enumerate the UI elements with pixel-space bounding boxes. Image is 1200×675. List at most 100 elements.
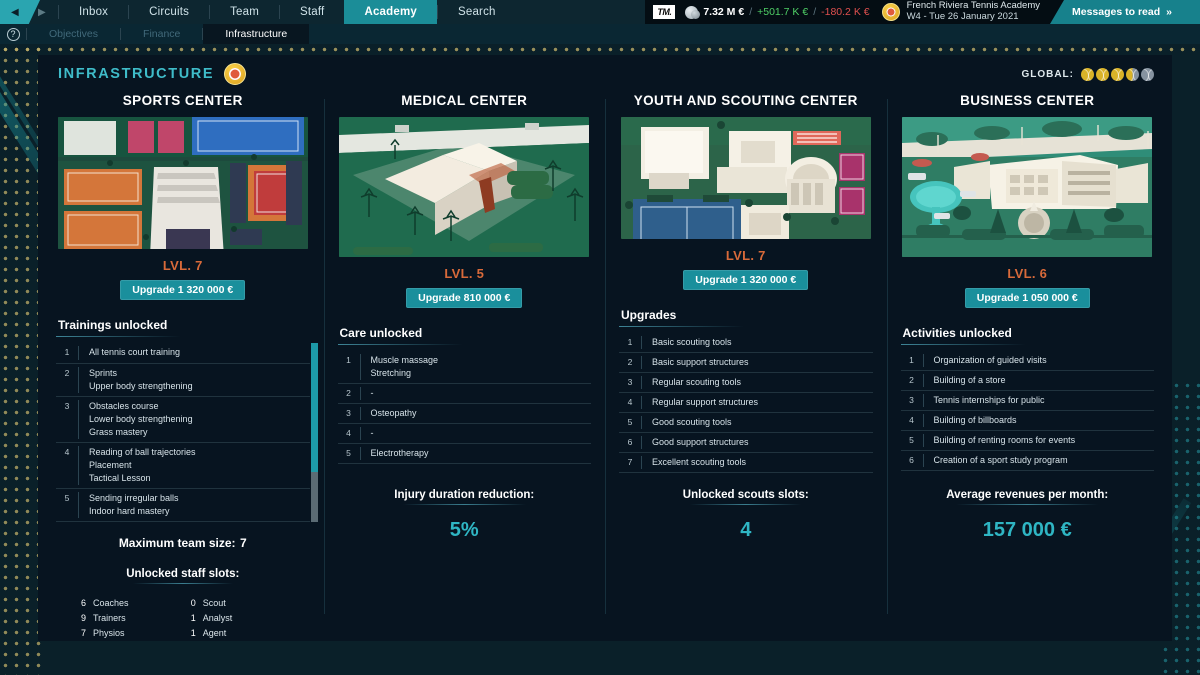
list-item: 5 Building of renting rooms for events [900,431,1154,452]
list-item: 4 Reading of ball trajectories Placement… [56,443,310,489]
list-item-number: 1 [346,355,351,365]
staff-count: 1 [190,613,196,623]
list-line: Building of billboards [933,415,1017,426]
list-item-number: 1 [627,336,633,347]
scrollbar-track-remainder [310,472,318,522]
list-line: Grass mastery [89,426,148,437]
staff-slot-item: 1 Analyst [188,613,288,623]
list-item-number: 2 [346,388,351,399]
status-strip: TM. 7.32 M € / +501.7 K € / -180.2 K € F… [645,0,1200,24]
help-button[interactable]: ? [0,24,26,44]
income-value: +501.7 K € [757,6,809,18]
infrastructure-panel: INFRASTRUCTURE GLOBAL: SPORTS CENTER LVL… [38,55,1172,641]
activities-list-wrapper: 1 Organization of guided visits 2 Building… [900,351,1155,472]
academy-date: W4 - Tue 26 January 2021 [906,11,1019,22]
upgrade-button-sports-center[interactable]: Upgrade 1 320 000 € [120,280,246,301]
injury-reduction-label: Injury duration reduction: [394,489,534,505]
care-list: 1 Muscle massage Stretching 2 - 3 Osteop… [337,351,592,465]
column-spacer [901,471,1155,473]
upgrade-button-youth-scouting-center[interactable]: Upgrade 1 320 000 € [683,269,809,290]
list-line: Good support structures [652,436,749,447]
nav-item-academy[interactable]: Academy [344,0,437,24]
global-label: GLOBAL: [1021,68,1074,80]
list-item: 4 Regular support structures [619,393,873,413]
upgrade-button-business-center[interactable]: Upgrade 1 050 000 € [964,288,1090,308]
staff-slots-grid: 6 Coaches 0 Scout 9 Trainers 1 Analyst 7 Phys… [56,598,310,638]
list-item: 5 Electrotherapy [337,444,591,465]
messages-to-read-button[interactable]: Messages to read » [1050,0,1200,24]
tennis-ball-icon [1096,67,1109,81]
nav-label: Team [230,6,259,18]
trainings-scrollbar[interactable] [310,343,318,522]
list-item-number: 4 [627,396,633,407]
average-revenues-value: 157 000 € [982,519,1072,541]
maximum-team-size-value: 7 [239,536,247,550]
nav-item-team[interactable]: Team [210,0,279,24]
business-center-thumbnail[interactable] [902,117,1153,257]
list-item-body: Building of a store [922,374,1155,388]
list-item-number: 3 [64,400,70,411]
list-item: 5 Good scouting tools [619,413,873,433]
list-item: 2 Building of a store [900,371,1155,392]
section-header-care: Care unlocked [337,326,592,345]
list-item-body: Excellent scouting tools [641,455,873,469]
nav-item-search[interactable]: Search [438,0,516,24]
list-line: Electrotherapy [370,448,429,459]
list-line: Indoor hard mastery [89,505,170,516]
staff-count: 9 [80,613,86,623]
upgrades-list-wrapper: 1 Basic scouting tools 2 Basic support str… [619,333,873,473]
list-item-body: Building of billboards [922,414,1155,428]
tab-finance[interactable]: Finance [121,24,202,44]
list-item-body: Basic support structures [641,355,873,369]
injury-reduction-value: 5% [449,519,479,541]
nav-item-inbox[interactable]: Inbox [59,0,128,24]
list-line: Upper body strengthening [89,380,193,391]
nav-item-circuits[interactable]: Circuits [129,0,209,24]
staff-count: 0 [190,598,196,608]
list-line: - [370,428,374,439]
list-item-body: Regular support structures [641,395,873,409]
youth-scouting-center-thumbnail[interactable] [620,117,871,239]
tennis-ball-half-icon [1126,67,1139,81]
list-item-number: 7 [627,456,633,467]
list-item-body: Obstacles course Lower body strengthenin… [78,399,310,439]
tab-objectives[interactable]: Objectives [27,24,120,44]
nav-history-arrows: ◀ ▶ [0,0,58,24]
list-line: Osteopathy [370,408,417,419]
nav-label: Circuits [149,6,190,18]
upgrade-button-medical-center[interactable]: Upgrade 810 000 € [406,288,523,308]
unlocked-staff-slots-label: Unlocked staff slots: [126,568,239,584]
sports-center-thumbnail[interactable] [57,117,308,250]
unlocked-staff-slots-block: Unlocked staff slots: [56,564,310,584]
list-line: Basic scouting tools [652,336,732,347]
staff-role: Agent [202,628,227,638]
list-item-body: Sending irregular balls Indoor hard mast… [78,491,310,518]
list-line: - [370,388,374,399]
list-item-number: 2 [909,375,914,386]
tab-infrastructure[interactable]: Infrastructure [203,24,310,44]
column-business-center: BUSINESS CENTER LVL. 6 Upgrade 1 050 000… [886,93,1169,638]
list-item-body: Good scouting tools [641,415,873,429]
level-label: LVL. 6 [1007,266,1048,281]
tm-logo: TM. [653,5,676,19]
list-item-body: - [359,387,592,401]
back-button[interactable]: ◀ [0,0,40,24]
scrollbar-thumb[interactable] [310,343,318,473]
forward-button[interactable]: ▶ [38,0,46,24]
money-separator: / [749,6,753,18]
nav-label: Search [458,6,496,18]
medical-center-thumbnail[interactable] [339,117,590,257]
list-item-body: Good support structures [641,435,873,449]
list-item-body: - [359,427,592,441]
section-header-upgrades: Upgrades [619,308,873,327]
staff-slot-item: 1 Agent [188,628,288,638]
double-chevron-right-icon: » [1166,6,1172,18]
list-item-body: Basic scouting tools [641,335,873,349]
list-line: Good scouting tools [652,416,732,427]
list-line: Excellent scouting tools [652,456,747,467]
list-item: 4 - [337,424,592,445]
list-item-number: 4 [346,428,351,439]
list-item-number: 5 [64,492,70,503]
activities-list: 1 Organization of guided visits 2 Building… [900,351,1155,472]
nav-item-staff[interactable]: Staff [280,0,344,24]
